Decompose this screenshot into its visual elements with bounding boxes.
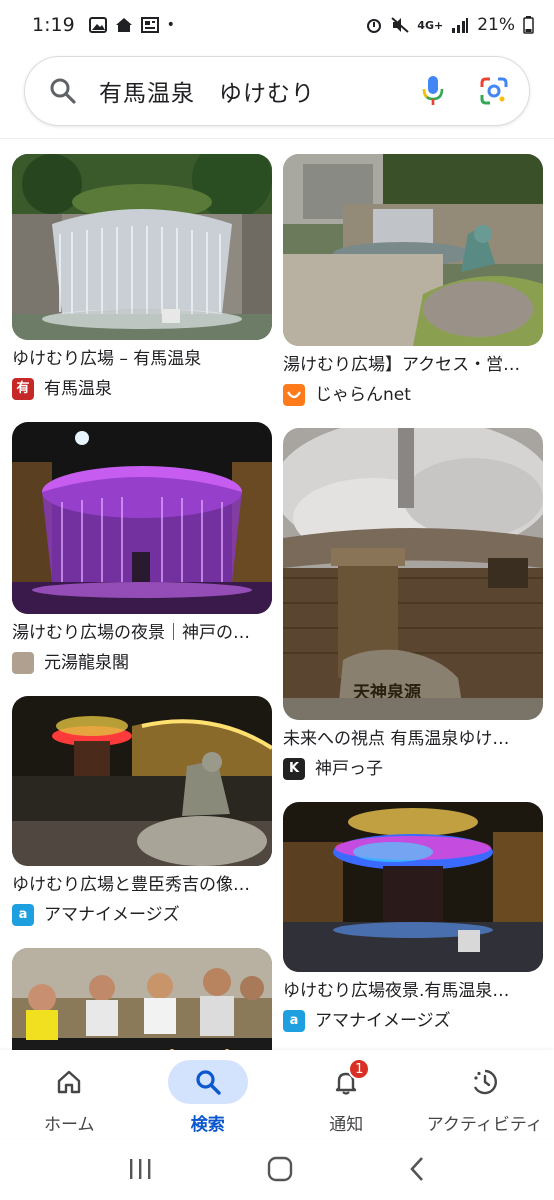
- result-title[interactable]: 湯けむり広場の夜景｜神戸の…: [12, 622, 272, 644]
- result-image[interactable]: [12, 154, 272, 340]
- alarm-icon: [367, 19, 382, 33]
- home-status-icon: [115, 18, 132, 32]
- home-button-icon[interactable]: [267, 1156, 293, 1182]
- result-source[interactable]: 元湯龍泉閣: [12, 652, 272, 674]
- favicon-icon: K: [283, 758, 305, 780]
- result-card[interactable]: 湯けむり広場】アクセス・営… じゃらんnet: [283, 154, 543, 406]
- result-source[interactable]: a アマナイメージズ: [283, 1010, 543, 1032]
- result-image[interactable]: [12, 696, 272, 866]
- result-card[interactable]: ゆけむり広場と豊臣秀吉の像… a アマナイメージズ: [12, 696, 272, 926]
- nav-notifications-pill: [306, 1060, 386, 1104]
- result-image[interactable]: 天神泉源: [283, 428, 543, 720]
- source-name: アマナイメージズ: [44, 905, 180, 925]
- results-column-left: ゆけむり広場 – 有馬温泉 有 有馬温泉 湯けむり広場の夜景｜神戸の… 元湯龍泉…: [12, 154, 272, 1050]
- favicon-icon: [283, 384, 305, 406]
- search-icon[interactable]: [49, 77, 77, 105]
- google-lens-icon[interactable]: [479, 76, 509, 106]
- nav-search-pill: [167, 1060, 248, 1104]
- result-source[interactable]: a アマナイメージズ: [12, 904, 272, 926]
- source-name: 神戸っ子: [315, 759, 383, 779]
- result-source[interactable]: じゃらんnet: [283, 384, 543, 406]
- result-title[interactable]: ゆけむり広場と豊臣秀吉の像…: [12, 874, 272, 896]
- result-card[interactable]: [12, 948, 272, 1050]
- favicon-icon: [12, 652, 34, 674]
- status-time: 1:19: [32, 14, 75, 36]
- result-image[interactable]: [283, 802, 543, 972]
- microphone-icon[interactable]: [421, 75, 445, 107]
- result-image[interactable]: [12, 948, 272, 1050]
- recent-apps-icon[interactable]: [127, 1157, 153, 1181]
- result-card[interactable]: ゆけむり広場 – 有馬温泉 有 有馬温泉: [12, 154, 272, 400]
- battery-percent: 21%: [477, 15, 515, 35]
- favicon-icon: 有: [12, 378, 34, 400]
- source-name: アマナイメージズ: [315, 1011, 451, 1031]
- result-image[interactable]: [283, 154, 543, 346]
- gallery-icon: [88, 17, 107, 33]
- result-card[interactable]: 天神泉源 未来への視点 有馬温泉ゆけ… K 神戸っ子: [283, 428, 543, 780]
- search-input[interactable]: 有馬温泉 ゆけむり: [99, 74, 421, 108]
- source-name: 元湯龍泉閣: [44, 653, 129, 673]
- favicon-icon: a: [283, 1010, 305, 1032]
- network-type: 4G+: [417, 18, 444, 32]
- result-title[interactable]: ゆけむり広場 – 有馬温泉: [12, 348, 272, 370]
- nav-notifications-label: 通知: [329, 1115, 364, 1135]
- activity-icon: [473, 1069, 497, 1095]
- signal-icon: [452, 18, 469, 33]
- back-icon[interactable]: [407, 1156, 427, 1182]
- result-title[interactable]: ゆけむり広場夜景.有馬温泉…: [283, 980, 543, 1002]
- result-image[interactable]: [12, 422, 272, 614]
- nav-activity-pill: [445, 1060, 525, 1104]
- image-results-grid: ゆけむり広場 – 有馬温泉 有 有馬温泉 湯けむり広場の夜景｜神戸の… 元湯龍泉…: [12, 154, 544, 1050]
- news-icon: [140, 17, 159, 33]
- nav-home-label: ホーム: [44, 1115, 95, 1135]
- home-icon: [58, 1070, 81, 1094]
- mute-icon: [391, 17, 409, 33]
- status-dot: •: [166, 17, 175, 33]
- bottom-navigation: ホーム 検索 1 通知 アクティビティ: [0, 1050, 554, 1138]
- system-navigation-bar: [0, 1138, 554, 1200]
- status-bar: 1:19 • 4G+ 21%: [0, 0, 554, 50]
- result-title[interactable]: 未来への視点 有馬温泉ゆけ…: [283, 728, 543, 750]
- search-icon: [196, 1070, 221, 1095]
- result-title[interactable]: 湯けむり広場】アクセス・営…: [283, 354, 543, 376]
- battery-icon: [523, 16, 534, 34]
- nav-home-pill: [29, 1060, 109, 1104]
- result-source[interactable]: 有 有馬温泉: [12, 378, 272, 400]
- result-card[interactable]: ゆけむり広場夜景.有馬温泉… a アマナイメージズ: [283, 802, 543, 1032]
- source-name: じゃらんnet: [315, 385, 411, 405]
- nav-activity[interactable]: アクティビティ: [416, 1050, 554, 1138]
- divider: [0, 138, 554, 139]
- nav-home[interactable]: ホーム: [0, 1050, 139, 1138]
- result-source[interactable]: K 神戸っ子: [283, 758, 543, 780]
- source-name: 有馬温泉: [44, 379, 112, 399]
- results-column-right: 湯けむり広場】アクセス・営… じゃらんnet 天神泉源 未来への視点 有馬温泉ゆ…: [283, 154, 543, 1050]
- search-bar[interactable]: 有馬温泉 ゆけむり: [24, 56, 530, 126]
- nav-search-label: 検索: [190, 1115, 225, 1135]
- nav-notifications[interactable]: 1 通知: [277, 1050, 416, 1138]
- favicon-icon: a: [12, 904, 34, 926]
- nav-activity-label: アクティビティ: [426, 1115, 543, 1135]
- nav-search[interactable]: 検索: [139, 1050, 278, 1138]
- result-card[interactable]: 湯けむり広場の夜景｜神戸の… 元湯龍泉閣: [12, 422, 272, 674]
